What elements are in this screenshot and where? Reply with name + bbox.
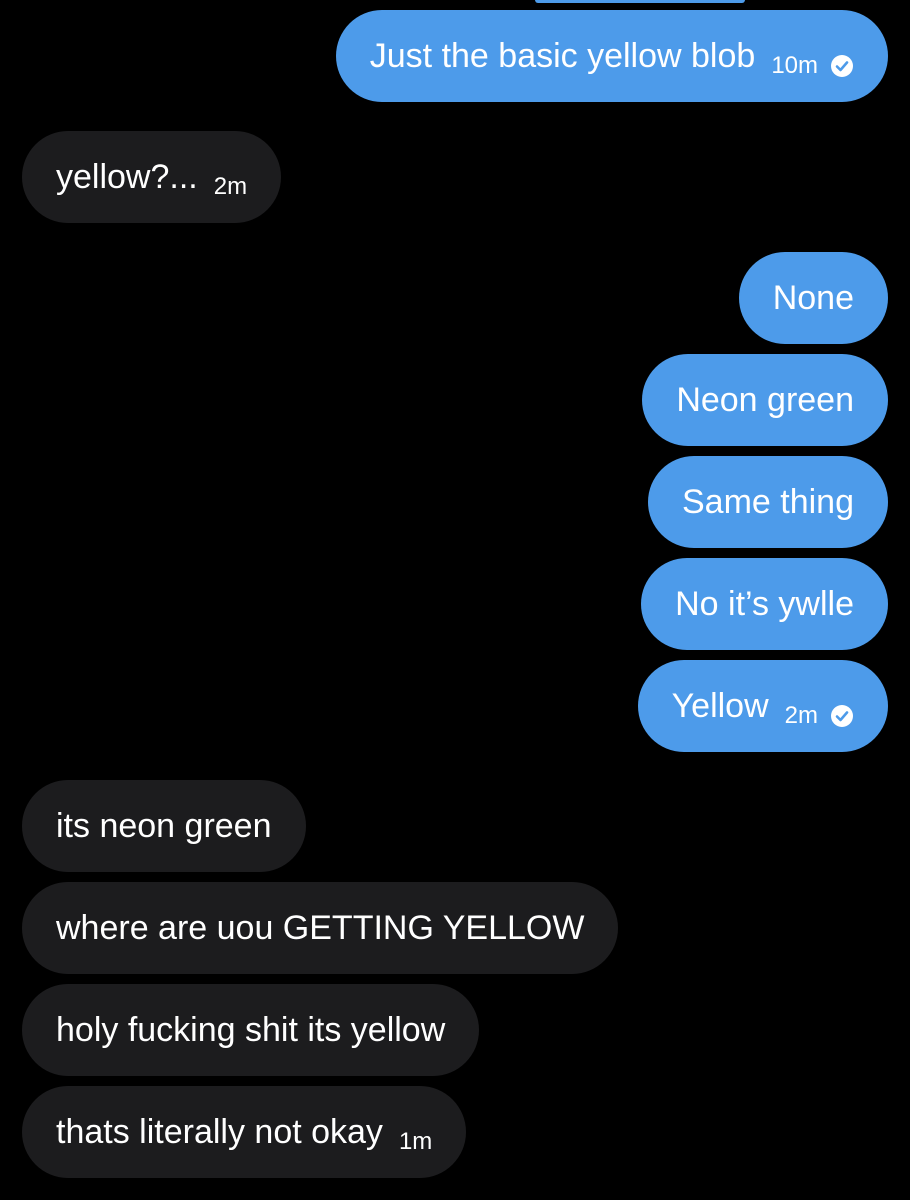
message-text: thats literally not okay — [56, 1113, 383, 1151]
received-message-bubble[interactable]: yellow?... 2m — [22, 131, 282, 223]
message-text: Same thing — [682, 483, 854, 521]
previous-message-edge — [535, 0, 745, 3]
message-time: 2m — [213, 173, 248, 200]
sent-message-bubble[interactable]: Same thing — [648, 456, 888, 548]
sent-message-bubble[interactable]: No it’s ywlle — [641, 558, 888, 650]
message-time: 2m — [784, 702, 818, 729]
message-time: 10m — [771, 52, 818, 79]
message-text: its neon green — [56, 807, 272, 845]
received-message-bubble[interactable]: thats literally not okay 1m — [22, 1086, 467, 1178]
read-check-icon — [831, 55, 853, 77]
sent-message-bubble[interactable]: Yellow 2m — [637, 660, 888, 752]
message-text: Yellow — [671, 687, 769, 725]
message-meta: 1m — [399, 1130, 432, 1154]
message-text: yellow?... — [56, 158, 198, 196]
message-text: Just the basic yellow blob — [369, 37, 756, 75]
received-message-bubble[interactable]: its neon green — [22, 780, 306, 872]
message-text: No it’s ywlle — [675, 585, 854, 623]
message-time: 1m — [398, 1128, 433, 1155]
read-check-icon — [831, 705, 853, 727]
sent-message-bubble[interactable]: None — [738, 252, 888, 344]
message-meta: 2m — [785, 704, 854, 728]
sent-message-bubble[interactable]: Just the basic yellow blob 10m — [335, 10, 888, 102]
message-text: holy fucking shit its yellow — [56, 1011, 446, 1049]
message-text: None — [772, 279, 854, 317]
message-text: where are uou GETTING YELLOW — [56, 909, 585, 947]
message-meta: 10m — [771, 54, 854, 78]
message-text: Neon green — [676, 381, 854, 419]
received-message-bubble[interactable]: holy fucking shit its yellow — [22, 984, 480, 1076]
received-message-bubble[interactable]: where are uou GETTING YELLOW — [22, 882, 619, 974]
message-thread: Just the basic yellow blob 10m yellow?..… — [0, 0, 910, 1200]
sent-message-bubble[interactable]: Neon green — [642, 354, 888, 446]
message-meta: 2m — [214, 175, 247, 199]
